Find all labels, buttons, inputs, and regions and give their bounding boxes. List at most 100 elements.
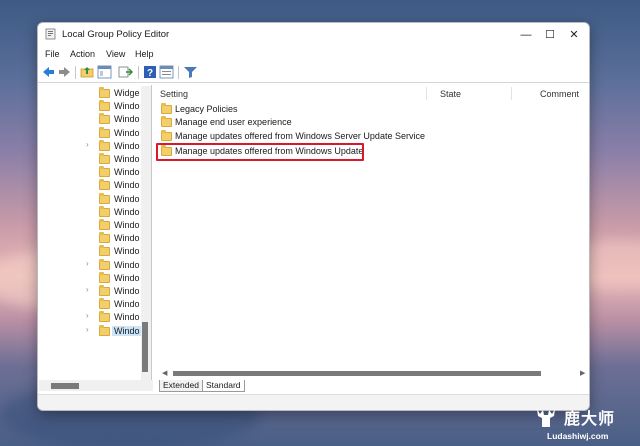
tree-pane[interactable]: Widge Windo Windo Windo › Windo Windo Windo Wind…	[39, 85, 152, 380]
tree-item[interactable]: Windo	[39, 219, 151, 232]
tree-item-label: Windo	[114, 180, 140, 191]
folder-icon	[99, 87, 110, 98]
tree-item[interactable]: Windo	[39, 271, 151, 285]
tree-item[interactable]: › Windo	[39, 258, 151, 272]
window-title: Local Group Policy Editor	[62, 29, 170, 40]
maximize-button[interactable]: ☐	[537, 25, 563, 44]
maximize-icon: ☐	[545, 29, 555, 41]
folder-icon	[99, 100, 110, 112]
tree-item[interactable]: Windo	[39, 179, 151, 192]
chevron-right-icon[interactable]: ›	[86, 259, 89, 268]
minimize-icon: —	[520, 28, 532, 41]
folder-icon	[99, 113, 110, 125]
folder-icon	[99, 166, 110, 178]
watermark-logo: 鹿大师 Ludashiwj.com	[527, 405, 639, 445]
column-header-setting[interactable]: Setting	[160, 89, 188, 99]
chevron-right-icon[interactable]: ›	[86, 285, 89, 294]
show-hide-tree-icon[interactable]	[97, 65, 112, 79]
main-window: Local Group Policy Editor — ☐ ✕ File Act…	[37, 22, 590, 411]
menu-file[interactable]: File	[45, 49, 60, 59]
folder-icon	[99, 153, 110, 164]
toolbar-separator	[75, 66, 76, 79]
list-item-label: Manage updates offered from Windows Serv…	[175, 131, 425, 141]
filter-icon[interactable]	[183, 65, 198, 79]
list-item-label: Legacy Policies	[175, 104, 238, 114]
close-button[interactable]: ✕	[561, 25, 587, 44]
watermark-cn-text: 鹿大师	[564, 409, 616, 428]
help-icon[interactable]: ?	[143, 65, 158, 79]
tree-item[interactable]: Windo	[39, 232, 151, 245]
tab-standard[interactable]: Standard	[202, 380, 245, 392]
chevron-right-icon[interactable]: ›	[86, 311, 89, 320]
folder-icon	[99, 139, 110, 151]
menu-action[interactable]: Action	[70, 49, 95, 59]
folder-icon	[99, 271, 110, 283]
tree-item-label: Windo	[114, 299, 140, 310]
tree-item[interactable]: Windo	[39, 192, 151, 206]
folder-icon	[99, 126, 110, 138]
folder-icon	[161, 130, 172, 141]
details-horizontal-scrollbar[interactable]: ◀ ▶	[162, 369, 587, 378]
menu-bar: File Action View Help	[38, 46, 589, 62]
menu-view[interactable]: View	[106, 49, 125, 59]
tree-item[interactable]: › Windo	[39, 139, 151, 153]
toolbar: ?	[38, 62, 589, 83]
forward-arrow-icon[interactable]	[57, 65, 72, 79]
tree-item[interactable]: Widge	[39, 87, 151, 100]
tree-item[interactable]: › Windo	[39, 311, 151, 324]
up-folder-icon[interactable]	[80, 65, 95, 79]
tree-item-label: Windo	[114, 206, 140, 217]
tree-vertical-scrollbar[interactable]	[141, 86, 151, 380]
tree-item[interactable]: Windo	[39, 113, 151, 126]
tree-item-label: Windo	[114, 259, 140, 270]
folder-icon	[99, 258, 110, 270]
tree-item-label: Windo	[114, 272, 140, 283]
close-icon: ✕	[569, 29, 579, 41]
tree-item-label: Windo	[114, 127, 140, 138]
minimize-button[interactable]: —	[513, 25, 539, 44]
column-header-state[interactable]: State	[440, 89, 461, 99]
tree-item[interactable]: Windo	[39, 153, 151, 166]
tree-item[interactable]: Windo	[39, 100, 151, 113]
tree-item-label: Windo	[114, 246, 140, 257]
menu-help[interactable]: Help	[135, 49, 154, 59]
chevron-right-icon[interactable]: ›	[86, 140, 89, 149]
tree-item[interactable]: Windo	[39, 298, 151, 311]
tree-item-label: Widge	[114, 88, 140, 98]
tree-item[interactable]: › Windo	[39, 285, 151, 298]
scrollbar-thumb[interactable]	[142, 322, 148, 372]
toolbar-separator	[178, 66, 179, 79]
scroll-right-icon[interactable]: ▶	[580, 369, 585, 377]
properties-icon[interactable]	[159, 65, 174, 79]
tree-item[interactable]: › Windo	[39, 324, 151, 338]
export-list-icon[interactable]	[118, 65, 133, 79]
tree-horizontal-scrollbar[interactable]	[39, 380, 153, 391]
chevron-right-icon[interactable]: ›	[86, 325, 89, 334]
toolbar-separator	[138, 66, 139, 79]
scrollbar-thumb[interactable]	[51, 383, 79, 389]
tree-item[interactable]: Windo	[39, 166, 151, 179]
tree-item[interactable]: Windo	[39, 205, 151, 219]
folder-icon	[99, 205, 110, 217]
details-pane: Setting State Comment Legacy Policies Ma…	[156, 85, 589, 382]
folder-icon	[99, 324, 110, 336]
tree-item-label: Windo	[114, 140, 140, 151]
back-arrow-icon[interactable]	[41, 65, 56, 79]
scrollbar-thumb[interactable]	[173, 371, 541, 376]
svg-text:?: ?	[147, 68, 153, 79]
column-header-comment[interactable]: Comment	[540, 89, 579, 99]
tree-item-label: Windo	[114, 286, 140, 296]
column-separator[interactable]	[511, 87, 512, 100]
tab-extended[interactable]: Extended	[159, 380, 203, 392]
tree-item[interactable]: Windo	[39, 126, 151, 140]
tree-item-label: Windo	[114, 167, 140, 178]
tree-item-label: Windo	[114, 114, 140, 125]
folder-icon	[99, 219, 110, 230]
tree-item-label: Windo	[114, 101, 140, 112]
scroll-left-icon[interactable]: ◀	[162, 369, 167, 377]
tree-item-label: Windo	[114, 233, 140, 244]
tree-item[interactable]: Windo	[39, 245, 151, 258]
column-separator[interactable]	[426, 87, 427, 100]
folder-icon	[161, 103, 172, 114]
title-bar[interactable]: Local Group Policy Editor — ☐ ✕	[38, 23, 589, 46]
